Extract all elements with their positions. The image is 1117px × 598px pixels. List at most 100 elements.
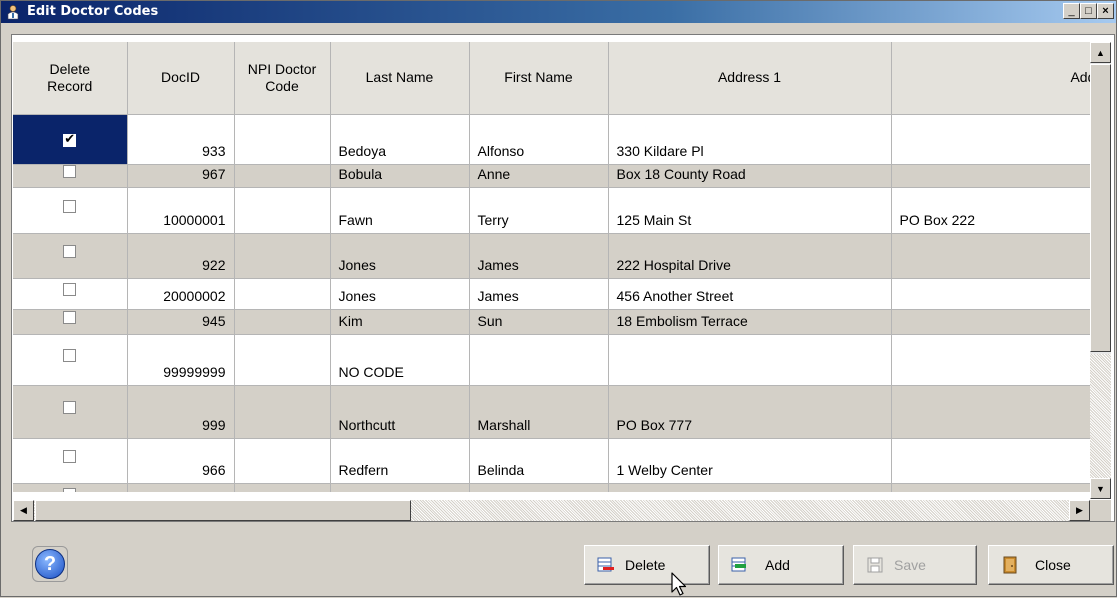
cell-first[interactable] (469, 334, 609, 386)
delete-button[interactable]: Delete (584, 545, 710, 585)
cell-addr1[interactable]: 18 Embolism Terrace (608, 309, 892, 335)
cell-addr2[interactable] (891, 233, 1090, 279)
cell-npi[interactable] (234, 278, 331, 310)
delete-record-cell[interactable] (13, 483, 128, 492)
cell-last[interactable]: Jones (330, 233, 470, 279)
delete-record-cell[interactable] (13, 438, 128, 484)
column-header-docid[interactable]: DocID (127, 42, 235, 115)
table-row[interactable]: 20000002 Jones James 456 Another Street (13, 278, 1090, 310)
cell-addr2[interactable] (891, 385, 1090, 439)
cell-addr1[interactable]: 222 Hospital Drive (608, 233, 892, 279)
delete-record-cell[interactable] (13, 309, 128, 335)
help-button[interactable]: ? (32, 546, 68, 582)
table-row[interactable]: 933 BedoyaAlfonso330 Kildare Pl (13, 114, 1090, 165)
cell-addr1[interactable]: 456 Another Street (608, 278, 892, 310)
cell-addr1[interactable]: Box 18 County Road (608, 164, 892, 188)
cell-addr2[interactable] (891, 278, 1090, 310)
table-row[interactable]: 966 Redfern Belinda 1 Welby Center (13, 438, 1090, 484)
delete-record-checkbox[interactable] (63, 349, 77, 363)
cell-first[interactable]: Alfonso (469, 114, 609, 165)
delete-record-checkbox[interactable] (63, 283, 77, 297)
maximize-button[interactable]: □ (1080, 3, 1097, 19)
column-header-addr1[interactable]: Address 1 (608, 42, 892, 115)
cell-addr1[interactable] (608, 483, 892, 492)
close-window-button[interactable]: × (1097, 3, 1114, 19)
column-header-addr2[interactable]: Address 2 (891, 42, 1090, 115)
cell-docid[interactable]: 10000001 (127, 187, 235, 234)
cell-addr1[interactable]: 1 Welby Center (608, 438, 892, 484)
cell-last[interactable]: NO CODE (330, 334, 470, 386)
cell-addr2[interactable] (891, 438, 1090, 484)
delete-record-checkbox[interactable] (63, 401, 77, 415)
add-button[interactable]: Add (718, 545, 844, 585)
cell-docid[interactable]: 966 (127, 438, 235, 484)
column-header-delete[interactable]: Delete Record (13, 42, 128, 115)
doctor-codes-grid[interactable]: Delete Record DocID NPI Doctor Code Last Na… (13, 42, 1090, 492)
cell-first[interactable] (469, 483, 609, 492)
cell-docid[interactable]: 922 (127, 233, 235, 279)
scroll-up-arrow[interactable]: ▲ (1090, 42, 1111, 63)
cell-npi[interactable] (234, 385, 331, 439)
title-bar[interactable]: Edit Doctor Codes _ □ × (1, 1, 1116, 23)
save-button[interactable]: Save (853, 545, 977, 585)
delete-record-checkbox[interactable] (63, 199, 77, 213)
column-header-first[interactable]: First Name (469, 42, 609, 115)
cell-addr2[interactable] (891, 334, 1090, 386)
table-row[interactable]: 945 Kim Sun 18 Embolism Terrace (13, 309, 1090, 335)
cell-npi[interactable] (234, 187, 331, 234)
cell-last[interactable]: Bobula (330, 164, 470, 188)
cell-addr1[interactable]: PO Box 777 (608, 385, 892, 439)
delete-record-checkbox[interactable] (63, 450, 77, 464)
cell-first[interactable]: James (469, 278, 609, 310)
cell-docid[interactable] (127, 483, 235, 492)
cell-docid[interactable]: 933 (127, 114, 235, 165)
cell-last[interactable]: Bedoya (330, 114, 470, 165)
cell-first[interactable]: James (469, 233, 609, 279)
delete-record-cell[interactable] (13, 334, 128, 386)
vertical-scrollbar[interactable]: ▲ ▼ (1090, 42, 1111, 499)
table-row[interactable]: 999 Northcutt Marshall PO Box 777 (13, 385, 1090, 439)
cell-addr2[interactable] (891, 309, 1090, 335)
cell-addr2[interactable] (891, 483, 1090, 492)
cell-npi[interactable] (234, 114, 331, 165)
cell-npi[interactable] (234, 233, 331, 279)
cell-first[interactable]: Anne (469, 164, 609, 188)
table-row[interactable] (13, 483, 1090, 492)
cell-last[interactable]: Fawn (330, 187, 470, 234)
delete-record-cell[interactable] (13, 385, 128, 439)
cell-docid[interactable]: 945 (127, 309, 235, 335)
cell-first[interactable]: Belinda (469, 438, 609, 484)
delete-record-checkbox[interactable] (63, 245, 77, 259)
cell-last[interactable]: Kim (330, 309, 470, 335)
cell-npi[interactable] (234, 334, 331, 386)
cell-addr1[interactable]: 330 Kildare Pl (608, 114, 892, 165)
minimize-button[interactable]: _ (1063, 3, 1080, 19)
table-row[interactable]: 922 Jones James 222 Hospital Drive (13, 233, 1090, 279)
cell-last[interactable]: Northcutt (330, 385, 470, 439)
scroll-left-arrow[interactable]: ◀ (13, 500, 34, 521)
cell-npi[interactable] (234, 438, 331, 484)
close-button[interactable]: Close (988, 545, 1114, 585)
vertical-scroll-track[interactable] (1090, 354, 1111, 478)
cell-npi[interactable] (234, 309, 331, 335)
cell-addr1[interactable] (608, 334, 892, 386)
delete-record-checkbox[interactable] (63, 165, 77, 179)
delete-record-cell[interactable] (13, 164, 128, 188)
horizontal-scrollbar[interactable]: ◀ ▶ (13, 500, 1090, 521)
delete-record-cell[interactable] (13, 233, 128, 279)
cell-addr1[interactable]: 125 Main St (608, 187, 892, 234)
column-header-last[interactable]: Last Name (330, 42, 470, 115)
cell-last[interactable] (330, 483, 470, 492)
delete-record-cell[interactable] (13, 187, 128, 234)
table-row[interactable]: 99999999 NO CODE (13, 334, 1090, 386)
cell-last[interactable]: Redfern (330, 438, 470, 484)
cell-docid[interactable]: 20000002 (127, 278, 235, 310)
table-row[interactable]: 10000001 Fawn Terry 125 Main St PO Box 222 (13, 187, 1090, 234)
scroll-down-arrow[interactable]: ▼ (1090, 478, 1111, 499)
scroll-right-arrow[interactable]: ▶ (1069, 500, 1090, 521)
cell-npi[interactable] (234, 483, 331, 492)
cell-addr2[interactable] (891, 114, 1090, 165)
delete-record-cell[interactable] (13, 278, 128, 310)
delete-record-checkbox[interactable] (63, 311, 77, 325)
delete-record-checkbox[interactable] (63, 132, 77, 147)
